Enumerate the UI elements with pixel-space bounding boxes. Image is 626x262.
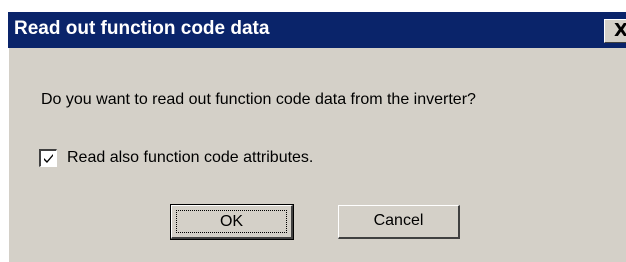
cancel-button[interactable]: Cancel (338, 205, 460, 239)
read-attributes-label[interactable]: Read also function code attributes. (67, 148, 313, 168)
check-mark-icon (44, 154, 53, 163)
ok-button-label: OK (176, 210, 287, 233)
read-out-dialog: Read out function code data X Do you wan… (0, 0, 626, 262)
close-icon: X (614, 20, 626, 41)
message-text: Do you want to read out function code da… (41, 91, 476, 108)
dialog-title: Read out function code data (14, 18, 270, 39)
title-bar[interactable]: Read out function code data X (8, 12, 626, 48)
close-button[interactable]: X (604, 19, 626, 43)
read-attributes-checkbox[interactable] (39, 149, 57, 167)
dialog-body: Do you want to read out function code da… (8, 48, 626, 262)
ok-button[interactable]: OK (170, 204, 294, 240)
